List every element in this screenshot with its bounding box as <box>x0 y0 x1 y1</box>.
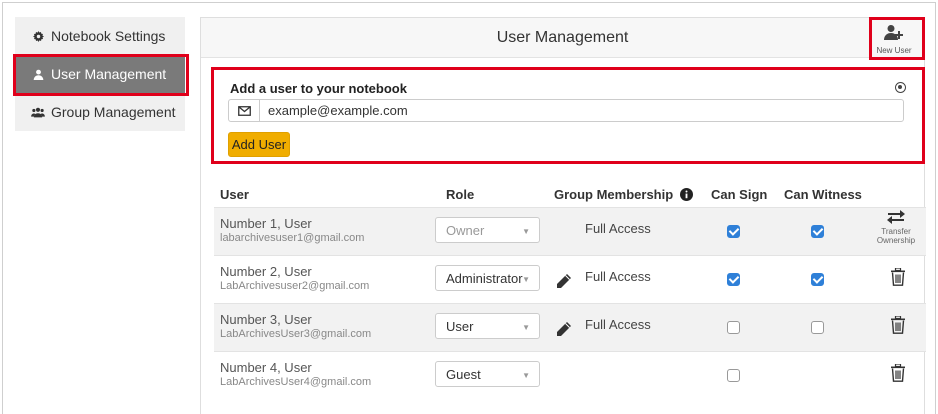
table-row: Number 1, User labarchivesuser1@gmail.co… <box>214 207 926 255</box>
column-header-user: User <box>220 187 249 202</box>
sidebar: Notebook Settings User Management Group … <box>15 17 185 131</box>
table-row: Number 3, User LabArchivesUser3@gmail.co… <box>214 303 926 351</box>
chevron-down-icon: ▼ <box>522 323 530 332</box>
can-sign-checkbox[interactable] <box>727 321 740 334</box>
user-email: LabArchivesuser2@gmail.com <box>220 280 370 292</box>
can-witness-checkbox[interactable] <box>811 321 824 334</box>
column-header-can-sign: Can Sign <box>711 187 768 202</box>
chevron-down-icon: ▼ <box>522 275 530 284</box>
can-witness-checkbox[interactable] <box>811 225 824 238</box>
user-email: labarchivesuser1@gmail.com <box>220 232 365 244</box>
user-email: LabArchivesUser4@gmail.com <box>220 376 372 388</box>
gear-icon <box>29 30 47 42</box>
role-select[interactable]: Guest ▼ <box>435 361 540 387</box>
email-field[interactable] <box>228 99 904 122</box>
group-membership: Full Access <box>585 269 651 284</box>
users-icon <box>29 107 47 118</box>
user-name: Number 3, User <box>220 312 312 327</box>
user-icon <box>29 69 47 80</box>
page-title: User Management <box>496 28 629 46</box>
transfer-label-line1: Transfer <box>881 227 911 236</box>
role-select: Owner ▼ <box>435 217 540 243</box>
table-header: User Role Group Membership Can Sign Can … <box>214 178 926 207</box>
role-select[interactable]: Administrator ▼ <box>435 265 540 291</box>
sidebar-item-label: Group Management <box>51 104 176 120</box>
chevron-down-icon: ▼ <box>522 371 530 380</box>
sidebar-item-user-management[interactable]: User Management <box>15 55 185 93</box>
role-select[interactable]: User ▼ <box>435 313 540 339</box>
can-sign-checkbox[interactable] <box>727 273 740 286</box>
sidebar-item-notebook-settings[interactable]: Notebook Settings <box>15 17 185 55</box>
can-sign-checkbox[interactable] <box>727 225 740 238</box>
envelope-icon <box>229 100 260 121</box>
pencil-icon[interactable] <box>556 321 572 340</box>
add-user-icon <box>884 24 904 45</box>
table-row: Number 4, User LabArchivesUser4@gmail.co… <box>214 351 926 399</box>
column-header-can-witness: Can Witness <box>784 187 862 202</box>
email-input[interactable] <box>260 102 860 119</box>
sidebar-item-label: User Management <box>51 66 167 82</box>
group-membership: Full Access <box>585 221 651 236</box>
column-header-group: Group Membership <box>554 187 693 202</box>
transfer-label-line2: Ownership <box>876 236 916 245</box>
table-row: Number 2, User LabArchivesuser2@gmail.co… <box>214 255 926 303</box>
user-name: Number 2, User <box>220 264 312 279</box>
add-user-button[interactable]: Add User <box>228 132 290 157</box>
close-panel-icon[interactable] <box>895 82 906 93</box>
role-value: Administrator <box>446 270 523 286</box>
trash-icon[interactable] <box>891 363 905 385</box>
add-user-title: Add a user to your notebook <box>230 81 407 96</box>
can-witness-checkbox[interactable] <box>811 273 824 286</box>
transfer-icon <box>887 210 905 227</box>
user-table: User Role Group Membership Can Sign Can … <box>214 178 926 399</box>
page-header: User Management New User <box>201 18 924 58</box>
info-icon[interactable] <box>679 188 693 201</box>
user-email: LabArchivesUser3@gmail.com <box>220 328 372 340</box>
column-header-role: Role <box>446 187 475 202</box>
sidebar-item-label: Notebook Settings <box>51 28 166 44</box>
role-value: Guest <box>446 366 481 382</box>
add-user-panel: Add a user to your notebook Add User <box>214 70 918 164</box>
role-value: User <box>446 318 474 334</box>
role-value: Owner <box>446 222 485 238</box>
user-name: Number 1, User <box>220 216 312 231</box>
trash-icon[interactable] <box>891 267 905 289</box>
column-header-group-label: Group Membership <box>554 187 674 202</box>
sidebar-item-group-management[interactable]: Group Management <box>15 93 185 131</box>
chevron-down-icon: ▼ <box>522 227 530 236</box>
main-panel: User Management New User Add a user to y… <box>200 17 926 414</box>
trash-icon[interactable] <box>891 315 905 337</box>
transfer-ownership-button[interactable]: Transfer Ownership <box>873 210 919 245</box>
user-name: Number 4, User <box>220 360 312 375</box>
new-user-button[interactable]: New User <box>870 20 918 58</box>
can-sign-checkbox[interactable] <box>727 369 740 382</box>
new-user-label: New User <box>876 45 912 55</box>
group-membership: Full Access <box>585 317 651 332</box>
pencil-icon[interactable] <box>556 273 572 292</box>
